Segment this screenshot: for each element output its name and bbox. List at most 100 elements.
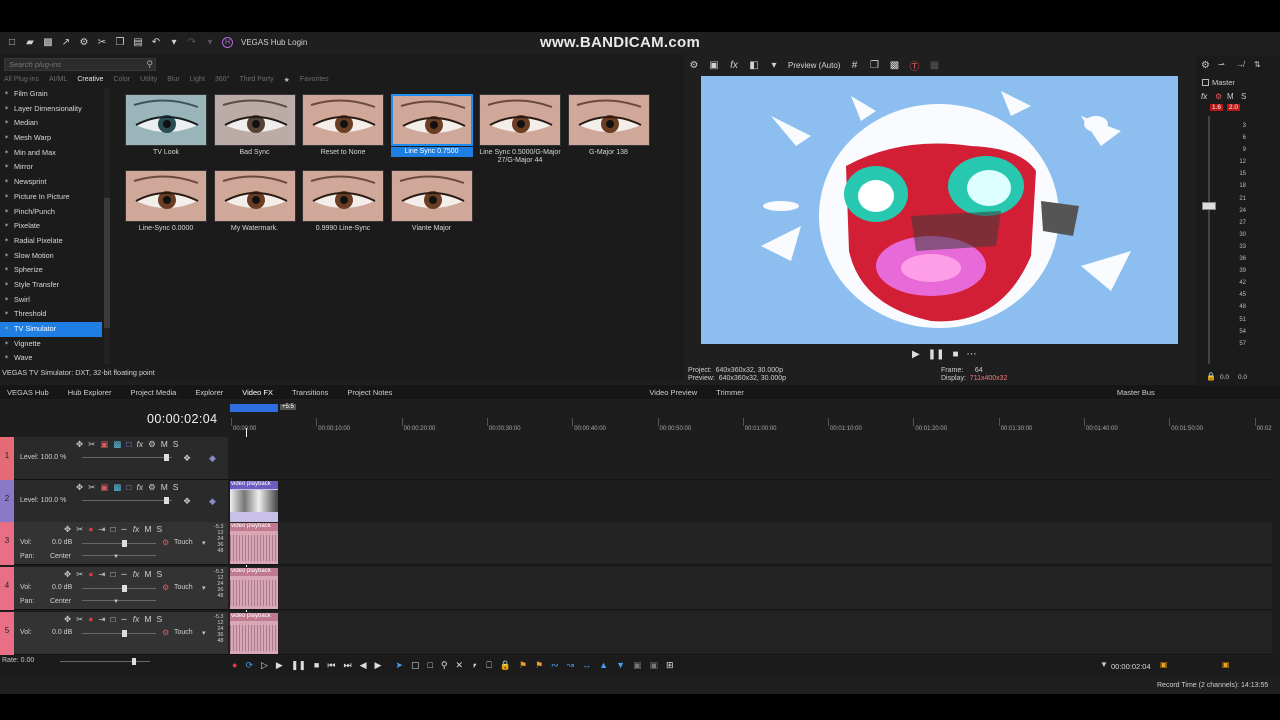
undo-icon[interactable]: ↶	[150, 36, 162, 48]
auto-ripple-icon[interactable]: ↝	[567, 660, 575, 671]
fx-item-spherize[interactable]: Spherize	[0, 263, 102, 278]
input-monitor-icon[interactable]: ⇥	[98, 524, 105, 535]
bypass-icon[interactable]: □	[126, 482, 131, 493]
bypass-icon[interactable]: □	[126, 439, 131, 450]
normal-edit-tool-icon[interactable]: ➤	[395, 660, 403, 671]
save-snapshot-icon[interactable]: ▩	[888, 59, 900, 71]
go-to-end-icon[interactable]: ⏭	[343, 660, 351, 671]
solo-button[interactable]: S	[157, 569, 163, 580]
event-fade-icon[interactable]: ✂	[76, 569, 83, 580]
media-event-clip[interactable]: video playback	[230, 613, 278, 654]
parent-icon[interactable]: ◆	[209, 453, 216, 464]
event-fade-icon[interactable]: ✂	[76, 524, 83, 535]
input-monitor-icon[interactable]: ⇥	[98, 569, 105, 580]
automation-mode[interactable]: Touch	[174, 584, 193, 591]
mute-button[interactable]: M	[161, 439, 168, 450]
selection-tool-icon[interactable]: □	[427, 660, 432, 671]
compositing-icon[interactable]: ▩	[113, 482, 121, 493]
track-motion-icon[interactable]: ▣	[100, 482, 108, 493]
composite-mode-icon[interactable]: ❖	[183, 453, 191, 464]
fx-item-mesh-warp[interactable]: Mesh Warp	[0, 131, 102, 146]
fx-list-scrollbar[interactable]	[104, 88, 110, 364]
trim-icon[interactable]: ⎖	[471, 660, 478, 671]
category-tab-color[interactable]: Color	[113, 76, 130, 87]
open-folder-icon[interactable]: ▰	[24, 36, 36, 48]
delete-icon[interactable]: ✕	[456, 660, 464, 671]
fx-item-film-grain[interactable]: Film Grain	[0, 87, 102, 102]
expand-icon[interactable]: ✥	[64, 569, 71, 580]
master-dim-icon[interactable]: ↛	[1236, 60, 1244, 69]
ignore-grouping-icon[interactable]: ▼	[616, 660, 625, 671]
track-header-4[interactable]: 4 ✥ ✂ ● ⇥ □ ∽ fx M S Vol: 0.0 dB ⚙ Touch ▾ -5.3 12 24 36 48…	[0, 567, 228, 610]
master-gear-icon[interactable]: ⚙	[1201, 60, 1210, 71]
fx-item-vignette[interactable]: Vignette	[0, 337, 102, 352]
envelope-icon[interactable]: ∽	[121, 614, 128, 625]
media-event-clip[interactable]: video playback	[230, 568, 278, 609]
expand-icon[interactable]: ✥	[76, 482, 83, 493]
vol-slider-thumb[interactable]	[122, 540, 127, 547]
tab-trimmer[interactable]: Trimmer	[709, 388, 756, 397]
track-header-5[interactable]: 5 ✥ ✂ ● ⇥ □ ∽ fx M S Vol: 0.0 dB ⚙ Touch ▾ -5.3 12 24 36 48	[0, 612, 228, 655]
loop-region[interactable]	[230, 404, 278, 412]
expand-icon[interactable]: ✥	[64, 614, 71, 625]
automation-icon[interactable]: ⚙	[162, 538, 169, 547]
rate-slider[interactable]	[60, 661, 150, 662]
solo-button[interactable]: S	[157, 614, 163, 625]
fx-item-slow-motion[interactable]: Slow Motion	[0, 249, 102, 264]
vegas-hub-login-link[interactable]: VEGAS Hub Login	[241, 38, 307, 47]
snapping-icon[interactable]: ∾	[551, 660, 559, 671]
automation-dropdown-icon[interactable]: ▾	[202, 629, 206, 637]
pan-slider-thumb[interactable]: ▼	[113, 599, 119, 605]
lock-icon[interactable]: 🔒	[1206, 372, 1216, 381]
preset-tile[interactable]: 0.9990 Line-Sync	[302, 170, 384, 233]
fx-item-swirl[interactable]: Swirl	[0, 293, 102, 308]
tab-project-notes[interactable]: Project Notes	[340, 388, 404, 397]
fx-item-tv-simulator[interactable]: TV Simulator	[0, 322, 102, 337]
category-tab-creative[interactable]: Creative	[77, 76, 103, 87]
tab-project-media[interactable]: Project Media	[123, 388, 188, 397]
track-fx-icon[interactable]: fx	[136, 482, 143, 493]
save-icon[interactable]: ▩	[42, 36, 54, 48]
master-fader[interactable]	[1202, 202, 1216, 210]
fx-item-picture-in-picture[interactable]: Picture In Picture	[0, 190, 102, 205]
overlay-icon[interactable]: ▦	[928, 59, 940, 71]
vol-slider-thumb[interactable]	[122, 585, 127, 592]
automation-mode[interactable]: Touch	[174, 629, 193, 636]
external-monitor-icon[interactable]: ▣	[708, 59, 720, 71]
envelope-icon[interactable]: ∽	[121, 569, 128, 580]
vol-slider[interactable]	[82, 633, 156, 634]
lock-envelopes-icon[interactable]: ▲	[599, 660, 608, 671]
mute-button[interactable]: M	[144, 614, 151, 625]
search-icon[interactable]: ⚲	[146, 59, 153, 70]
level-slider-thumb[interactable]	[164, 497, 169, 504]
fx-item-radial-pixelate[interactable]: Radial Pixelate	[0, 234, 102, 249]
preset-tile[interactable]: Viante Major	[390, 170, 473, 233]
level-slider-thumb[interactable]	[164, 454, 169, 461]
track-number[interactable]: 1	[0, 437, 14, 480]
invert-phase-icon[interactable]: □	[111, 524, 116, 535]
tab-vegas-hub[interactable]: VEGAS Hub	[0, 388, 61, 397]
new-file-icon[interactable]: □	[6, 36, 18, 48]
fx-item-style-transfer[interactable]: Style Transfer	[0, 278, 102, 293]
paste-icon[interactable]: ▤	[132, 36, 144, 48]
media-event-clip[interactable]: video playback	[230, 481, 278, 522]
automation-dropdown-icon[interactable]: ▾	[202, 584, 206, 592]
track-header-3[interactable]: 3 ✥ ✂ ● ⇥ □ ∽ fx M S Vol: 0.0 dB ⚙ Touch ▾ -5.3 12 24 36 48…	[0, 522, 228, 565]
category-tab-blur[interactable]: Blur	[167, 76, 179, 87]
undo-dropdown-icon[interactable]: ▾	[168, 36, 180, 48]
preset-tile[interactable]: TV Look	[125, 94, 207, 157]
stop-icon[interactable]: ■	[952, 349, 958, 360]
tab-transitions[interactable]: Transitions	[285, 388, 340, 397]
lock-edit-icon[interactable]: 🔒	[500, 660, 511, 671]
region-icon[interactable]: ⚑	[535, 660, 543, 671]
tab-video-preview[interactable]: Video Preview	[642, 388, 709, 397]
preset-tile[interactable]: Line-Sync 0.0000	[125, 170, 207, 233]
automation-icon[interactable]: ⚙	[162, 583, 169, 592]
track-number[interactable]: 5	[0, 612, 14, 655]
master-meter-icon[interactable]: ⇅	[1254, 60, 1261, 69]
preset-tile[interactable]: My Watermark.	[213, 170, 296, 233]
tab-master-bus[interactable]: Master Bus	[1110, 388, 1167, 397]
category-tab-all-plug-ins[interactable]: All Plug-ins	[4, 76, 39, 87]
preview-quality-select[interactable]: Preview (Auto)	[788, 61, 840, 70]
redo-icon[interactable]: ↷	[186, 36, 198, 48]
